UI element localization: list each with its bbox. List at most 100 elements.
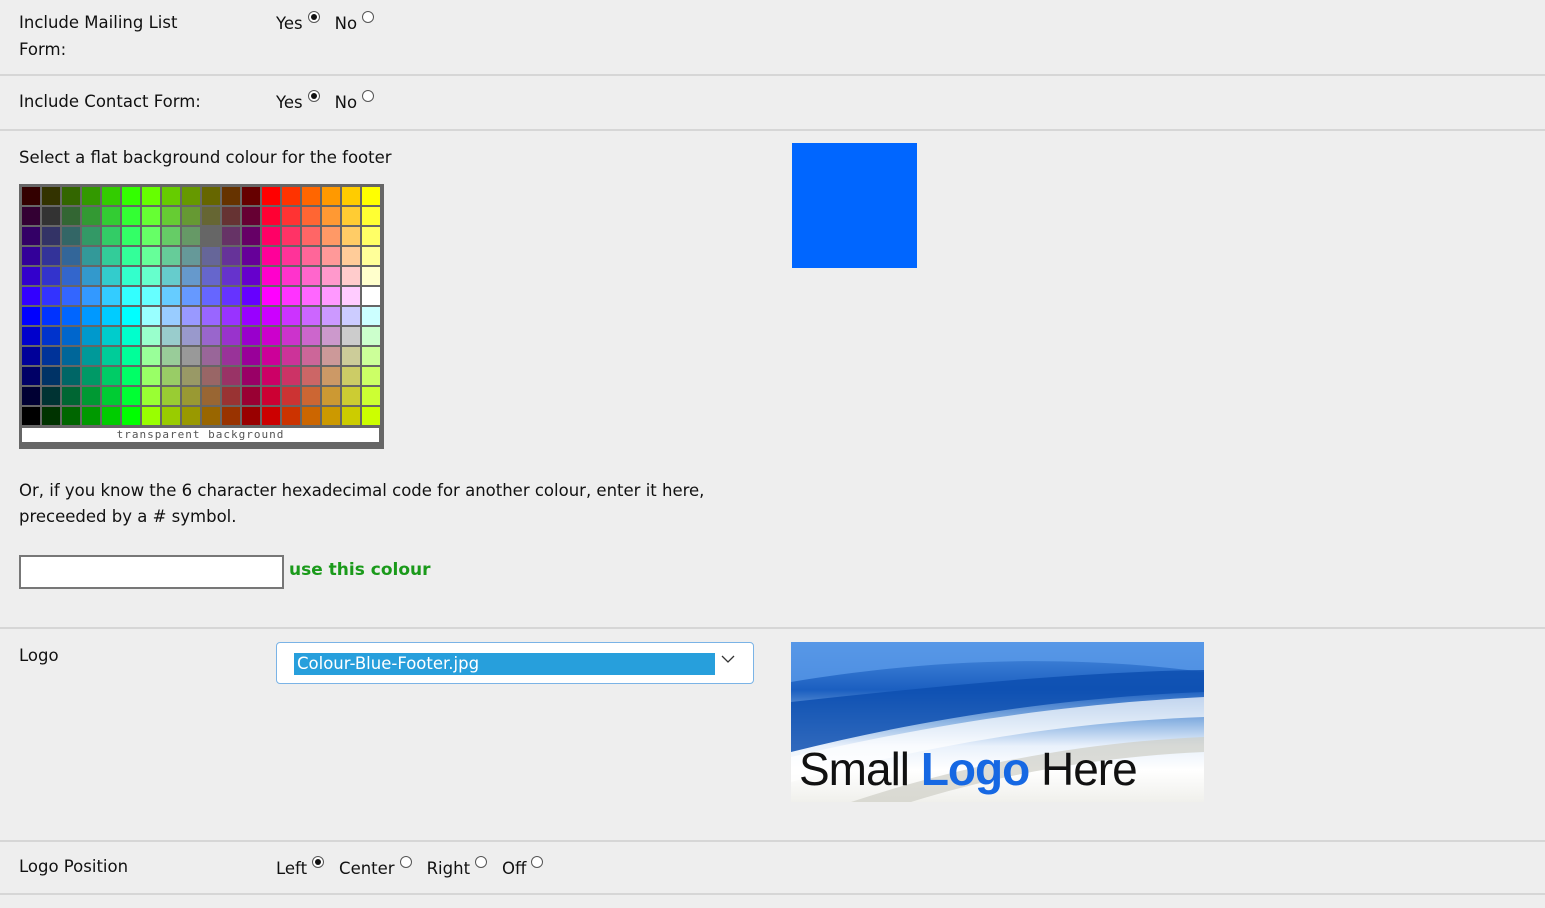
colour-swatch[interactable] bbox=[202, 207, 220, 225]
colour-swatch[interactable] bbox=[22, 347, 40, 365]
colour-swatch[interactable] bbox=[62, 287, 80, 305]
colour-swatch[interactable] bbox=[142, 367, 160, 385]
colour-swatch[interactable] bbox=[62, 227, 80, 245]
colour-swatch[interactable] bbox=[42, 387, 60, 405]
colour-swatch[interactable] bbox=[282, 407, 300, 425]
colour-swatch[interactable] bbox=[122, 267, 140, 285]
contact-form-no[interactable]: No bbox=[335, 90, 375, 112]
colour-swatch[interactable] bbox=[202, 187, 220, 205]
colour-swatch[interactable] bbox=[142, 387, 160, 405]
colour-swatch[interactable] bbox=[362, 247, 380, 265]
colour-swatch[interactable] bbox=[242, 387, 260, 405]
colour-swatch[interactable] bbox=[122, 247, 140, 265]
colour-swatch[interactable] bbox=[142, 227, 160, 245]
radio-button[interactable] bbox=[399, 856, 412, 868]
colour-swatch[interactable] bbox=[102, 387, 120, 405]
colour-swatch[interactable] bbox=[142, 347, 160, 365]
colour-swatch[interactable] bbox=[342, 307, 360, 325]
colour-swatch[interactable] bbox=[322, 407, 340, 425]
colour-swatch[interactable] bbox=[202, 387, 220, 405]
colour-swatch[interactable] bbox=[262, 347, 280, 365]
colour-swatch[interactable] bbox=[82, 267, 100, 285]
colour-swatch[interactable] bbox=[182, 247, 200, 265]
colour-swatch[interactable] bbox=[62, 247, 80, 265]
contact-form-yes[interactable]: Yes bbox=[276, 90, 320, 112]
colour-swatch[interactable] bbox=[302, 187, 320, 205]
colour-swatch[interactable] bbox=[162, 227, 180, 245]
colour-swatch[interactable] bbox=[102, 187, 120, 205]
colour-swatch[interactable] bbox=[102, 407, 120, 425]
colour-swatch[interactable] bbox=[202, 327, 220, 345]
colour-swatch[interactable] bbox=[22, 187, 40, 205]
colour-swatch[interactable] bbox=[362, 187, 380, 205]
colour-swatch[interactable] bbox=[282, 367, 300, 385]
colour-swatch[interactable] bbox=[162, 287, 180, 305]
colour-swatch[interactable] bbox=[142, 207, 160, 225]
colour-swatch[interactable] bbox=[162, 407, 180, 425]
colour-swatch[interactable] bbox=[342, 347, 360, 365]
colour-swatch[interactable] bbox=[242, 347, 260, 365]
colour-swatch[interactable] bbox=[262, 407, 280, 425]
colour-swatch[interactable] bbox=[42, 227, 60, 245]
logo-position-off[interactable]: Off bbox=[502, 856, 544, 878]
colour-swatch[interactable] bbox=[362, 267, 380, 285]
colour-swatch[interactable] bbox=[362, 407, 380, 425]
colour-swatch[interactable] bbox=[322, 327, 340, 345]
colour-swatch[interactable] bbox=[62, 207, 80, 225]
colour-swatch[interactable] bbox=[42, 187, 60, 205]
colour-swatch[interactable] bbox=[22, 267, 40, 285]
colour-swatch[interactable] bbox=[122, 307, 140, 325]
colour-swatch[interactable] bbox=[102, 327, 120, 345]
colour-swatch[interactable] bbox=[362, 207, 380, 225]
colour-swatch[interactable] bbox=[42, 327, 60, 345]
colour-swatch[interactable] bbox=[202, 307, 220, 325]
colour-swatch[interactable] bbox=[342, 367, 360, 385]
colour-swatch[interactable] bbox=[282, 207, 300, 225]
colour-swatch[interactable] bbox=[42, 287, 60, 305]
colour-swatch[interactable] bbox=[242, 187, 260, 205]
colour-swatch[interactable] bbox=[102, 227, 120, 245]
colour-swatch[interactable] bbox=[182, 227, 200, 245]
colour-swatch[interactable] bbox=[62, 307, 80, 325]
colour-swatch[interactable] bbox=[222, 187, 240, 205]
colour-swatch[interactable] bbox=[342, 267, 360, 285]
colour-swatch[interactable] bbox=[102, 367, 120, 385]
colour-swatch[interactable] bbox=[222, 227, 240, 245]
colour-swatch[interactable] bbox=[122, 227, 140, 245]
colour-swatch[interactable] bbox=[162, 267, 180, 285]
colour-swatch[interactable] bbox=[22, 327, 40, 345]
colour-swatch[interactable] bbox=[342, 387, 360, 405]
use-this-colour-link[interactable]: use this colour bbox=[289, 560, 431, 580]
colour-swatch[interactable] bbox=[202, 267, 220, 285]
mailing-list-no[interactable]: No bbox=[335, 11, 375, 33]
colour-swatch[interactable] bbox=[142, 307, 160, 325]
colour-swatch[interactable] bbox=[222, 407, 240, 425]
colour-swatch[interactable] bbox=[122, 347, 140, 365]
colour-swatch[interactable] bbox=[162, 247, 180, 265]
colour-swatch[interactable] bbox=[262, 187, 280, 205]
colour-swatch[interactable] bbox=[182, 207, 200, 225]
mailing-list-yes[interactable]: Yes bbox=[276, 11, 320, 33]
colour-swatch[interactable] bbox=[142, 247, 160, 265]
colour-swatch[interactable] bbox=[182, 367, 200, 385]
colour-swatch[interactable] bbox=[362, 367, 380, 385]
colour-swatch[interactable] bbox=[22, 247, 40, 265]
colour-swatch[interactable] bbox=[82, 287, 100, 305]
colour-swatch[interactable] bbox=[242, 247, 260, 265]
colour-swatch[interactable] bbox=[202, 227, 220, 245]
colour-swatch[interactable] bbox=[362, 347, 380, 365]
colour-swatch[interactable] bbox=[122, 287, 140, 305]
colour-swatch[interactable] bbox=[182, 287, 200, 305]
colour-swatch[interactable] bbox=[242, 227, 260, 245]
colour-swatch[interactable] bbox=[262, 287, 280, 305]
colour-swatch[interactable] bbox=[82, 187, 100, 205]
colour-swatch[interactable] bbox=[342, 327, 360, 345]
colour-swatch[interactable] bbox=[182, 307, 200, 325]
colour-swatch[interactable] bbox=[182, 327, 200, 345]
colour-swatch[interactable] bbox=[342, 247, 360, 265]
colour-swatch[interactable] bbox=[242, 207, 260, 225]
colour-swatch[interactable] bbox=[362, 287, 380, 305]
colour-swatch[interactable] bbox=[162, 387, 180, 405]
colour-swatch[interactable] bbox=[322, 307, 340, 325]
colour-swatch[interactable] bbox=[122, 327, 140, 345]
